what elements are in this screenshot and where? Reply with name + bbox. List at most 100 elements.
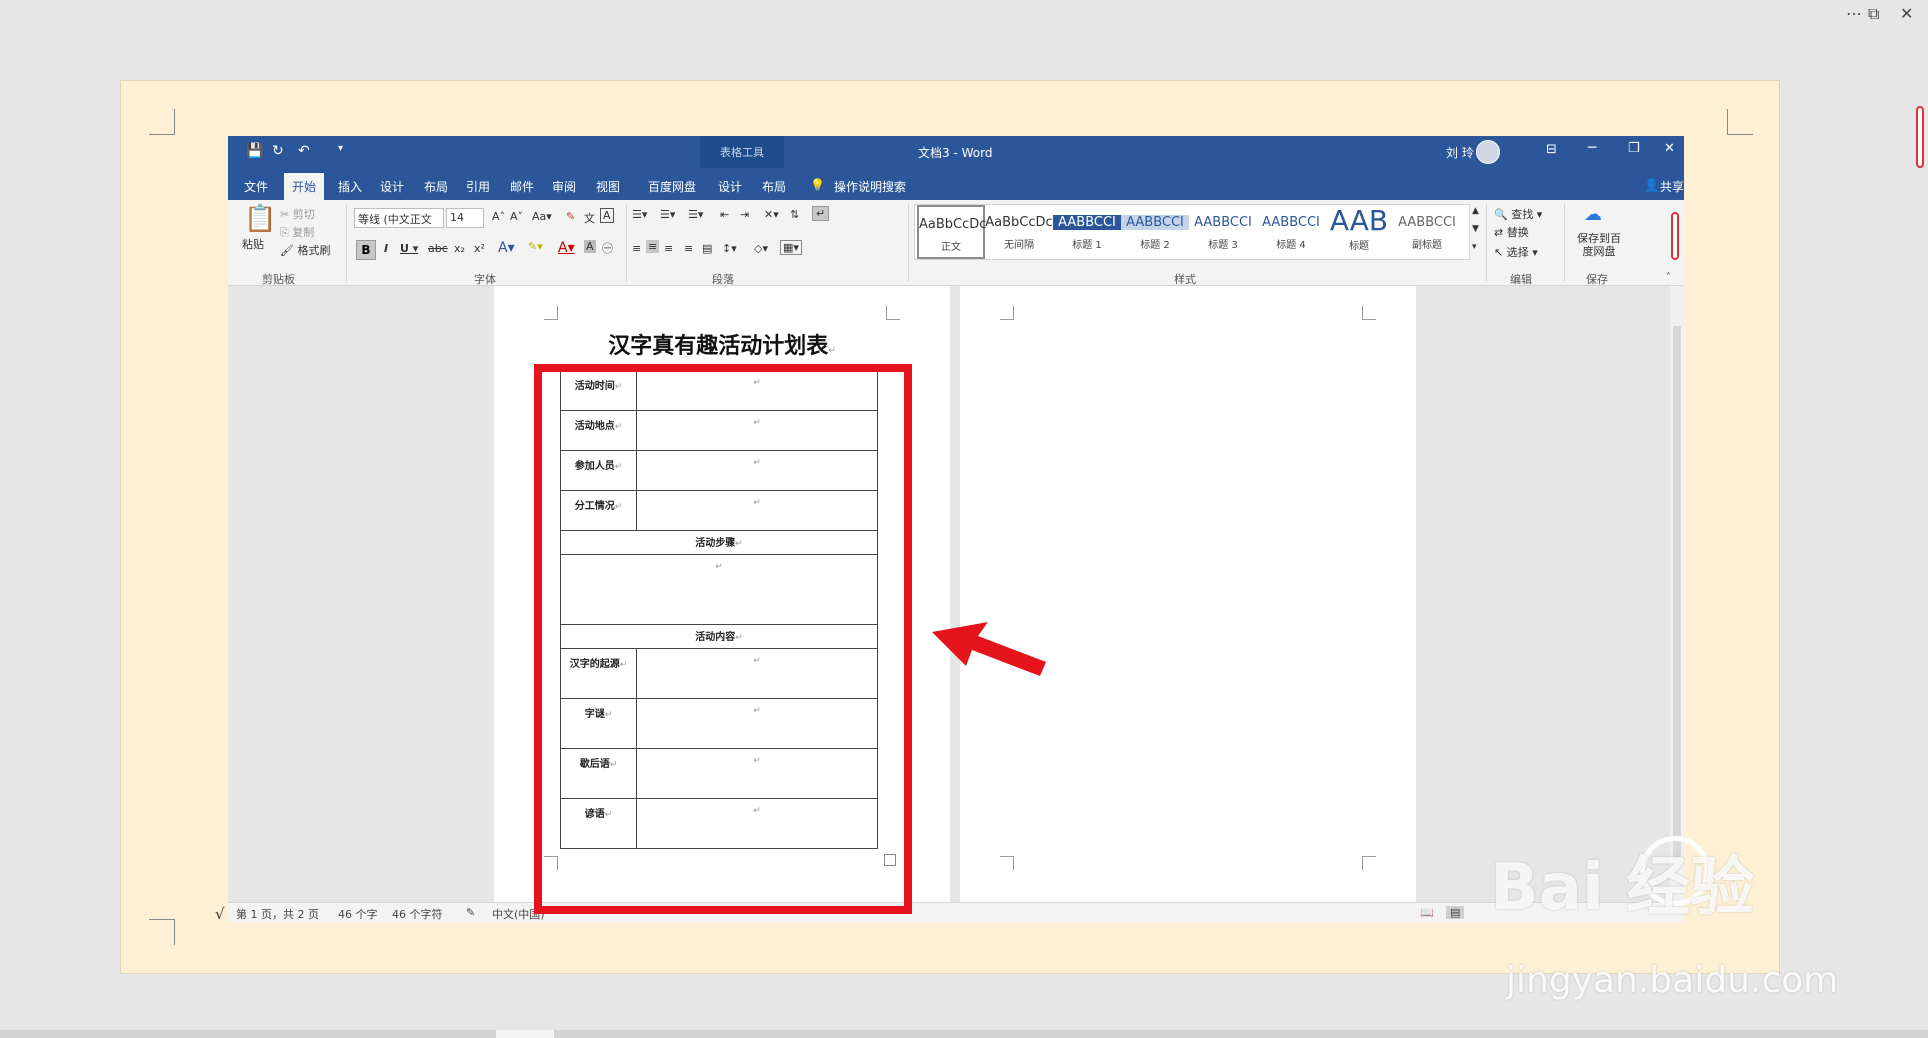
taskbar-tab[interactable] — [496, 1030, 554, 1038]
paste-icon[interactable]: 📋 — [244, 204, 276, 234]
tab-home[interactable]: 开始 — [284, 173, 325, 203]
ribbon-display-icon[interactable]: ⊟ — [1546, 142, 1557, 157]
style-heading-3[interactable]: AABBCCI 标题 3 — [1189, 205, 1257, 259]
change-case-icon[interactable]: Aa▾ — [532, 210, 552, 223]
shading-icon[interactable]: ◇▾ — [754, 242, 768, 255]
decrease-indent-icon[interactable]: ⇤ — [720, 208, 729, 221]
styles-more-icon[interactable]: ▾ — [1472, 242, 1477, 252]
collapse-ribbon-icon[interactable]: ˄ — [1666, 272, 1671, 283]
chinese-layout-icon[interactable]: ✕▾ — [764, 208, 779, 221]
find-button[interactable]: 🔍 查找 ▾ — [1494, 206, 1542, 222]
tab-design[interactable]: 设计 — [380, 178, 404, 195]
distribute-icon[interactable]: ▤ — [702, 242, 712, 255]
share-button[interactable]: 共享 — [1660, 178, 1684, 195]
tab-insert[interactable]: 插入 — [338, 178, 362, 195]
text-effects-icon[interactable]: A▾ — [498, 240, 515, 256]
char-border-icon[interactable]: A — [600, 208, 614, 223]
font-name-select[interactable]: 等线 (中文正文 — [354, 208, 444, 228]
char-shading-icon[interactable]: A — [584, 240, 596, 253]
bold-button[interactable]: B — [356, 240, 376, 260]
print-layout-icon[interactable]: ▤ — [1446, 906, 1465, 919]
enclose-char-icon[interactable]: ㊀ — [602, 240, 613, 256]
copy-button[interactable]: ⎘ 复制 — [280, 224, 314, 240]
style-heading-2[interactable]: AABBCCI 标题 2 — [1121, 205, 1189, 259]
clear-format-icon[interactable]: ✎ — [566, 210, 575, 223]
autosave-icon[interactable]: ↻ — [272, 143, 284, 159]
superscript-icon[interactable]: x² — [474, 242, 485, 255]
bottom-taskbar — [0, 1030, 1928, 1038]
word-count[interactable]: 46 个字 — [338, 906, 378, 922]
styles-scroll-up-icon[interactable]: ▲ — [1472, 206, 1479, 216]
baidu-netdisk-icon[interactable]: ☁ — [1584, 204, 1602, 225]
font-color-icon[interactable]: A▾ — [558, 240, 575, 256]
maximize-icon[interactable]: ❐ — [1628, 141, 1640, 156]
increase-indent-icon[interactable]: ⇥ — [740, 208, 749, 221]
bullets-icon[interactable]: ☰▾ — [632, 208, 647, 221]
numbering-icon[interactable]: ☰▾ — [660, 208, 675, 221]
tab-layout[interactable]: 布局 — [424, 178, 448, 195]
restore-window-icon[interactable]: ⧉ — [1868, 4, 1879, 24]
style-no-spacing[interactable]: AaBbCcDc 无间隔 — [985, 205, 1053, 259]
page-count[interactable]: 第 1 页，共 2 页 — [236, 906, 319, 922]
save-to-baidu-button[interactable]: 保存到百度网盘 — [1572, 232, 1626, 258]
select-button[interactable]: ↖ 选择 ▾ — [1494, 244, 1538, 260]
tab-references[interactable]: 引用 — [466, 178, 490, 195]
phonetic-guide-icon[interactable]: 文 — [584, 210, 595, 226]
style-title[interactable]: AAB 标题 — [1325, 205, 1393, 259]
paste-button[interactable]: 粘贴 — [242, 236, 264, 252]
underline-icon[interactable]: U ▾ — [400, 242, 418, 255]
italic-icon[interactable]: I — [384, 242, 388, 255]
sort-icon[interactable]: ⇅ — [790, 208, 799, 221]
tab-view[interactable]: 视图 — [596, 178, 620, 195]
tab-baidu-netdisk[interactable]: 百度网盘 — [648, 178, 696, 195]
close-icon[interactable]: ✕ — [1664, 141, 1675, 156]
user-icon[interactable]: 👤 — [1644, 178, 1659, 192]
tell-me-search[interactable]: 操作说明搜索 — [834, 178, 906, 195]
undo-icon[interactable]: ↶ — [298, 143, 310, 159]
tab-mailings[interactable]: 邮件 — [510, 178, 534, 195]
word-scrollbar-highlight[interactable] — [1671, 212, 1679, 260]
scrollbar-thumb[interactable] — [1673, 326, 1681, 866]
tab-table-layout[interactable]: 布局 — [762, 178, 786, 195]
lightbulb-icon[interactable]: 💡 — [810, 178, 825, 192]
customize-qat-icon[interactable]: ▾ — [338, 143, 343, 154]
format-painter-button[interactable]: 🖌 格式刷 — [280, 242, 330, 258]
outer-scrollbar[interactable] — [1916, 106, 1924, 168]
show-marks-icon[interactable]: ↵ — [812, 206, 830, 221]
subscript-icon[interactable]: x₂ — [454, 242, 465, 255]
line-spacing-icon[interactable]: ↕▾ — [722, 242, 737, 255]
shrink-font-icon[interactable]: A˅ — [510, 210, 523, 223]
style-subtitle[interactable]: AABBCCI 副标题 — [1393, 205, 1461, 259]
close-window-icon[interactable]: ✕ — [1900, 4, 1913, 23]
font-size-select[interactable]: 14 — [446, 208, 484, 228]
minimize-icon[interactable]: ─ — [1588, 140, 1596, 156]
align-right-icon[interactable]: ≡ — [664, 242, 673, 255]
tab-file[interactable]: 文件 — [244, 178, 268, 195]
read-mode-icon[interactable]: 📖 — [1420, 906, 1434, 919]
highlight-color-icon[interactable]: ✎▾ — [528, 240, 543, 253]
document-title[interactable]: 汉字真有趣活动计划表↵ — [494, 328, 950, 360]
align-center-icon[interactable]: ≡ — [646, 240, 660, 253]
tab-table-design[interactable]: 设计 — [718, 178, 742, 195]
more-options-icon[interactable]: ⋯ — [1846, 4, 1862, 23]
multilevel-list-icon[interactable]: ☰▾ — [688, 208, 703, 221]
char-count[interactable]: 46 个字符 — [392, 906, 443, 922]
style-heading-1[interactable]: AABBCCI 标题 1 — [1053, 205, 1121, 259]
avatar[interactable] — [1476, 140, 1500, 164]
strikethrough-icon[interactable]: abc — [428, 242, 448, 255]
borders-icon[interactable]: ▦▾ — [780, 240, 802, 255]
justify-icon[interactable]: ≡ — [684, 242, 693, 255]
grow-font-icon[interactable]: A˄ — [492, 210, 505, 223]
style-normal[interactable]: AaBbCcDc 正文 — [917, 205, 986, 259]
styles-scroll-down-icon[interactable]: ▼ — [1472, 224, 1479, 234]
replace-button[interactable]: ⇄ 替换 — [1494, 224, 1529, 240]
tab-review[interactable]: 审阅 — [552, 178, 576, 195]
vertical-scrollbar[interactable] — [1670, 286, 1684, 902]
margin-corner — [544, 306, 558, 320]
style-name: 标题 — [1349, 241, 1369, 252]
cut-button[interactable]: ✂ 剪切 — [280, 206, 315, 222]
style-heading-4[interactable]: AABBCCI 标题 4 — [1257, 205, 1325, 259]
align-left-icon[interactable]: ≡ — [632, 242, 641, 255]
proofing-icon[interactable]: ✎ — [466, 906, 475, 919]
save-icon[interactable]: 💾 — [246, 143, 263, 159]
